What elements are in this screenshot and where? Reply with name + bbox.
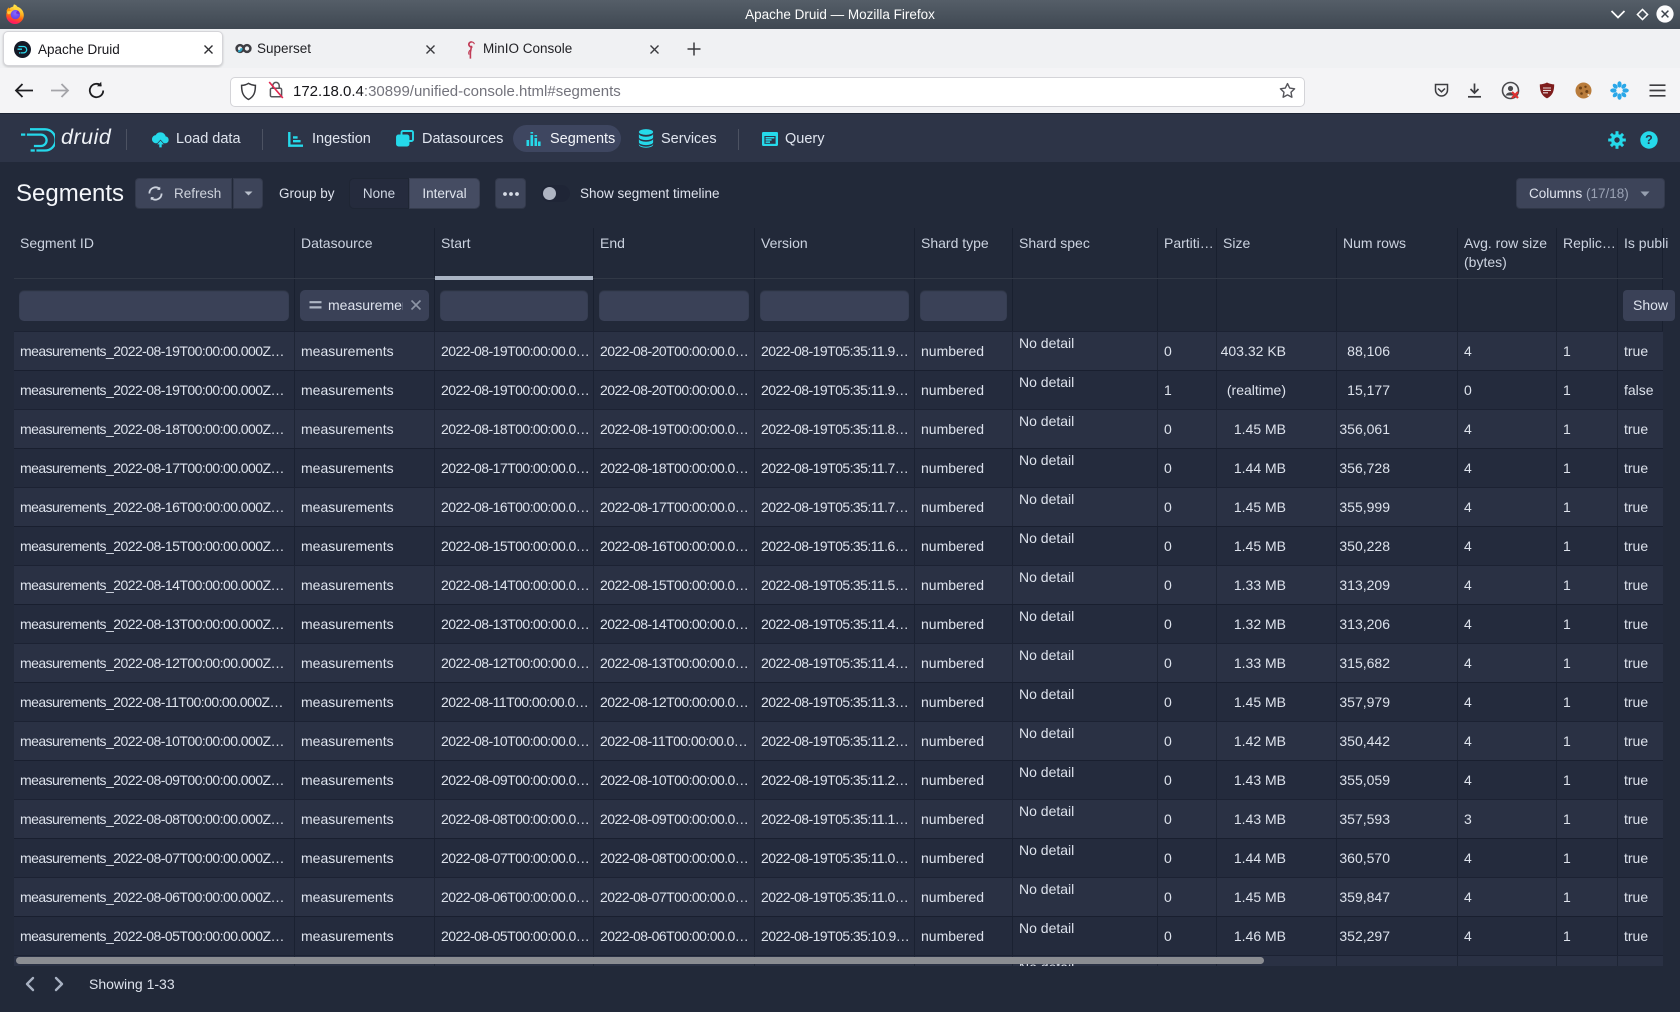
svg-text:?: ?	[1645, 133, 1653, 147]
